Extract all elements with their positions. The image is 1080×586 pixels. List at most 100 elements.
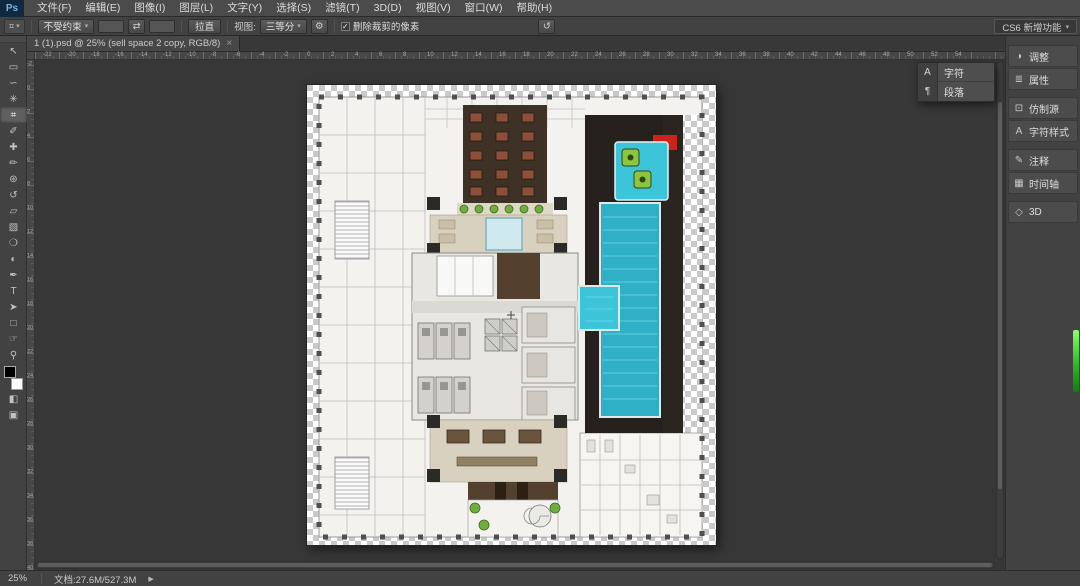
ruler-origin[interactable] — [27, 52, 35, 60]
crop-options-gear-button[interactable]: ⚙ — [311, 19, 328, 34]
ruler-vertical[interactable]: -20246810121416182022242628303234363840 — [27, 60, 35, 570]
healing-brush-tool[interactable]: ✚ — [0, 139, 27, 155]
crop-height-input[interactable] — [149, 20, 175, 33]
planter-row — [457, 203, 553, 215]
panel-threed[interactable]: ◇3D — [1008, 201, 1078, 223]
panel-timeline[interactable]: ▦时间轴 — [1008, 172, 1078, 194]
path-selection-tool[interactable]: ➤ — [0, 299, 27, 315]
pool-deck — [579, 115, 683, 433]
threed-icon: ◇ — [1009, 207, 1029, 218]
ruler-number: -16 — [115, 52, 124, 59]
dodge-tool[interactable]: ◐ — [0, 251, 27, 267]
tools-panel-grip[interactable] — [0, 36, 26, 43]
menu-help[interactable]: 帮助(H) — [510, 0, 560, 17]
ruler-number: 4 — [355, 52, 358, 59]
eyedropper-tool[interactable]: ✐ — [0, 123, 27, 139]
menu-edit[interactable]: 编辑(E) — [78, 0, 127, 17]
ruler-number: 54 — [955, 52, 962, 59]
horizontal-scrollbar-thumb[interactable] — [38, 563, 992, 567]
ruler-number: 38 — [763, 52, 770, 59]
properties-label: 属性 — [1029, 72, 1049, 87]
menu-filter[interactable]: 滤镜(T) — [318, 0, 366, 17]
ruler-number: -22 — [43, 52, 52, 59]
ruler-number: 4 — [27, 133, 30, 140]
brush-tool[interactable]: ✏ — [0, 155, 27, 171]
overlay-view-value: 三等分 — [266, 19, 295, 33]
panel-notes[interactable]: ✎注释 — [1008, 149, 1078, 171]
lasso-tool[interactable]: ∽ — [0, 75, 27, 91]
reset-button[interactable]: ↺ — [538, 19, 555, 34]
eraser-tool[interactable]: ▱ — [0, 203, 27, 219]
delete-cropped-pixels-checkbox[interactable]: ✓ 删除裁剪的像素 — [341, 19, 420, 33]
adjustments-label: 调整 — [1029, 49, 1049, 64]
menu-select[interactable]: 选择(S) — [269, 0, 318, 17]
panel-adjustments[interactable]: ◑调整 — [1008, 45, 1078, 67]
color-ramp-slider[interactable] — [1073, 330, 1079, 392]
zoom-level-field[interactable]: 25% — [8, 573, 42, 584]
screen-mode-button[interactable]: ▣ — [0, 407, 27, 423]
panel-clone-source[interactable]: ⊡仿制源 — [1008, 97, 1078, 119]
panel-character-styles[interactable]: A字符样式 — [1008, 120, 1078, 142]
character-label: 字符 — [938, 65, 964, 80]
document-tab[interactable]: 1 (1).psd @ 25% (sell space 2 copy, RGB/… — [27, 36, 240, 51]
status-flyout-arrow[interactable]: ▶ — [148, 575, 153, 583]
photoshop-logo: Ps — [0, 0, 24, 17]
type-tool[interactable]: T — [0, 283, 27, 299]
ruler-number: 42 — [811, 52, 818, 59]
straighten-button[interactable]: 拉直 — [188, 19, 221, 34]
menu-3d[interactable]: 3D(D) — [367, 0, 409, 17]
menu-view[interactable]: 视图(V) — [409, 0, 458, 17]
ruler-number: 32 — [691, 52, 698, 59]
chevron-down-icon: ▾ — [297, 22, 301, 30]
document[interactable] — [307, 85, 716, 545]
ruler-number: 12 — [27, 229, 33, 236]
background-color-swatch[interactable] — [11, 378, 23, 390]
hand-tool[interactable]: ☞ — [0, 331, 27, 347]
restaurant — [463, 105, 547, 203]
panel-paragraph[interactable]: ¶段落 — [918, 82, 994, 101]
foreground-color-swatch[interactable] — [4, 366, 16, 378]
quick-mask-button[interactable]: ◧ — [0, 391, 27, 407]
pen-tool[interactable]: ✒ — [0, 267, 27, 283]
menu-file[interactable]: 文件(F) — [30, 0, 78, 17]
clone-stamp-tool[interactable]: ⊛ — [0, 171, 27, 187]
zoom-tool[interactable]: ⚲ — [0, 347, 27, 363]
ruler-number: 8 — [403, 52, 406, 59]
crop-width-input[interactable] — [98, 20, 124, 33]
vertical-scrollbar[interactable] — [996, 61, 1004, 559]
crop-ratio-dropdown[interactable]: 不受约束 ▾ — [38, 19, 95, 34]
tab-close-icon[interactable]: × — [226, 38, 232, 49]
panel-character[interactable]: A字符 — [918, 63, 994, 82]
workspace-name: CS6 新增功能 — [1002, 20, 1061, 34]
ruler-number: 16 — [27, 277, 33, 284]
workspace-switcher-button[interactable]: CS6 新增功能 ▾ — [994, 19, 1077, 34]
ruler-number: 0 — [27, 85, 30, 92]
collapsed-type-panels: A字符¶段落 — [917, 62, 995, 102]
menu-window[interactable]: 窗口(W) — [458, 0, 510, 17]
vertical-scrollbar-thumb[interactable] — [998, 102, 1002, 489]
ruler-number: 18 — [27, 301, 33, 308]
menu-image[interactable]: 图像(I) — [127, 0, 172, 17]
panel-properties[interactable]: ≣属性 — [1008, 68, 1078, 90]
menu-type[interactable]: 文字(Y) — [220, 0, 269, 17]
ruler-horizontal[interactable]: -22-20-18-16-14-12-10-8-6-4-202468101214… — [35, 52, 1005, 60]
blur-tool[interactable]: ❍ — [0, 235, 27, 251]
horizontal-scrollbar[interactable] — [35, 561, 995, 569]
separator — [181, 20, 182, 33]
overlay-view-dropdown[interactable]: 三等分 ▾ — [260, 19, 307, 34]
marquee-tool[interactable]: ▭ — [0, 59, 27, 75]
tools-panel: ↖▭∽✳⌗✐✚✏⊛↺▱▧❍◐✒T➤□☞⚲ ◧▣ — [0, 36, 27, 570]
history-brush-tool[interactable]: ↺ — [0, 187, 27, 203]
crop-tool[interactable]: ⌗ — [0, 107, 27, 123]
move-tool[interactable]: ↖ — [0, 43, 27, 59]
quick-selection-tool[interactable]: ✳ — [0, 91, 27, 107]
menu-layer[interactable]: 图层(L) — [172, 0, 220, 17]
stairs — [335, 457, 369, 509]
ruler-number: 22 — [571, 52, 578, 59]
shape-tool[interactable]: □ — [0, 315, 27, 331]
tool-preset-picker[interactable]: ⌗ ▾ — [4, 19, 25, 34]
swap-dimensions-button[interactable]: ⇄ — [128, 19, 145, 34]
ruler-number: 6 — [379, 52, 382, 59]
canvas-area[interactable]: -20246810121416182022242628303234363840 — [27, 60, 1005, 570]
gradient-tool[interactable]: ▧ — [0, 219, 27, 235]
